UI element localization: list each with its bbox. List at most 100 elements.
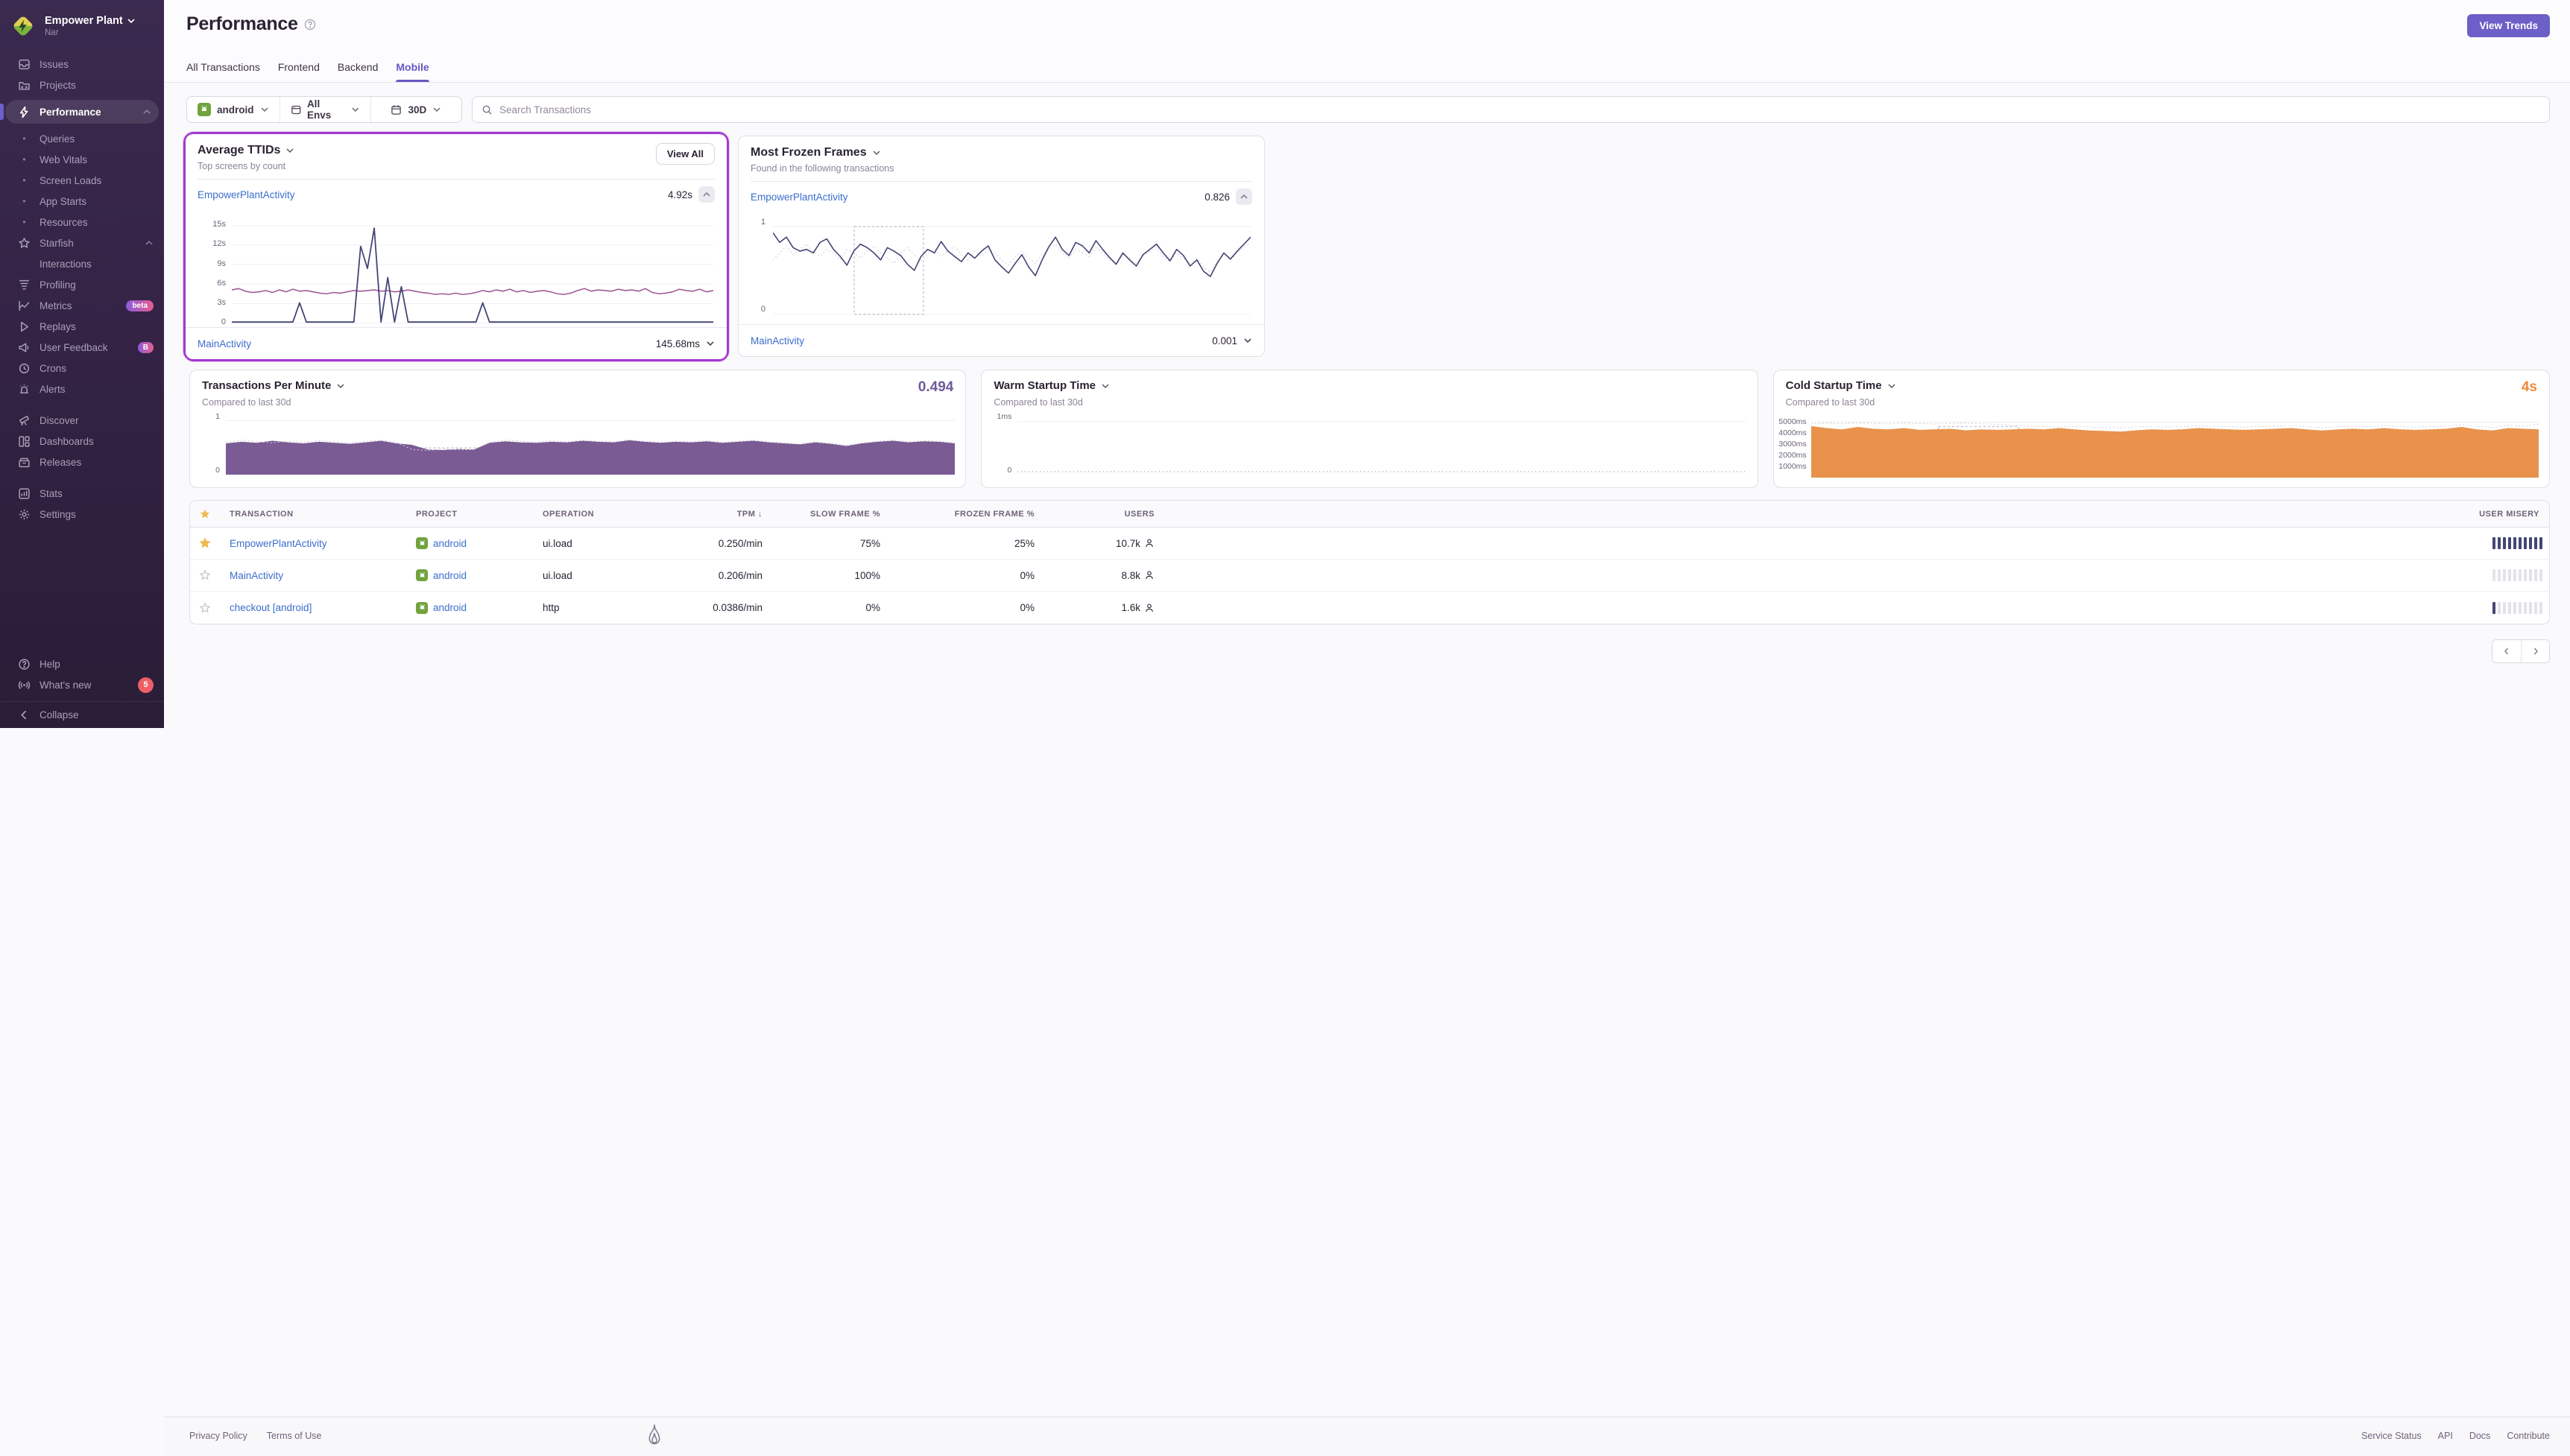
col-users[interactable]: USERS	[1041, 510, 1161, 519]
frozen-top-transaction-link[interactable]: EmpowerPlantActivity	[751, 192, 848, 203]
sidebar-item-interactions[interactable]: Interactions	[0, 253, 164, 274]
help-circle-icon[interactable]	[304, 19, 316, 31]
col-operation[interactable]: OPERATION	[533, 510, 667, 519]
y-axis-label: 1	[743, 218, 765, 227]
sidebar-item-help[interactable]: Help	[0, 653, 164, 674]
sidebar-item-web-vitals[interactable]: •Web Vitals	[0, 149, 164, 170]
next-page-button[interactable]	[2521, 640, 2549, 662]
sidebar-item-label: Queries	[40, 133, 75, 145]
y-axis-label: 1000ms	[1775, 462, 1807, 471]
sidebar-item-starfish[interactable]: Starfish	[0, 232, 164, 253]
tab-all-transactions[interactable]: All Transactions	[186, 61, 260, 82]
transaction-link[interactable]: EmpowerPlantActivity	[230, 538, 327, 549]
tab-mobile[interactable]: Mobile	[396, 61, 429, 82]
sidebar-item-whats-new[interactable]: What's new 5	[0, 674, 164, 695]
sidebar-item-label: Starfish	[40, 238, 74, 249]
star-toggle[interactable]	[199, 569, 211, 581]
sidebar-item-crons[interactable]: Crons	[0, 358, 164, 379]
project-link[interactable]: android	[433, 570, 467, 581]
collapse-row-button[interactable]	[1236, 189, 1252, 205]
chevron-up-icon	[702, 190, 711, 199]
sidebar-item-queries[interactable]: •Queries	[0, 128, 164, 149]
chevron-down-icon[interactable]	[1243, 336, 1252, 345]
org-switcher[interactable]: Empower Plant Nar	[0, 0, 164, 48]
chevron-down-icon[interactable]	[706, 339, 715, 348]
tab-frontend[interactable]: Frontend	[278, 61, 320, 82]
sidebar-item-stats[interactable]: Stats	[0, 483, 164, 504]
service-status-link[interactable]: Service Status	[2361, 1431, 2422, 1441]
date-range-filter[interactable]: 30D	[370, 97, 461, 122]
operation-cell: http	[533, 602, 667, 613]
view-trends-button[interactable]: View Trends	[2467, 14, 2550, 37]
sidebar-item-screen-loads[interactable]: •Screen Loads	[0, 170, 164, 191]
sidebar-item-dashboards[interactable]: Dashboards	[0, 431, 164, 452]
api-link[interactable]: API	[2438, 1431, 2453, 1441]
ttid-top-transaction-link[interactable]: EmpowerPlantActivity	[198, 189, 295, 200]
tpm-panel-title[interactable]: Transactions Per Minute	[202, 379, 345, 392]
sidebar-item-app-starts[interactable]: •App Starts	[0, 191, 164, 212]
sidebar-item-label: User Feedback	[40, 342, 108, 353]
project-filter[interactable]: android	[187, 97, 280, 122]
ttid-panel-subtitle: Top screens by count	[198, 161, 715, 171]
sidebar-item-settings[interactable]: Settings	[0, 504, 164, 525]
project-link[interactable]: android	[433, 602, 467, 613]
sidebar-item-releases[interactable]: Releases	[0, 452, 164, 472]
col-user-misery[interactable]: USER MISERY	[1161, 510, 2549, 519]
table-header-row: TRANSACTION PROJECT OPERATION TPM ↓ SLOW…	[190, 501, 2549, 528]
environment-filter[interactable]: All Envs	[280, 97, 370, 122]
star-toggle[interactable]	[199, 537, 211, 549]
transaction-link[interactable]: MainActivity	[230, 570, 283, 581]
sidebar-item-issues[interactable]: Issues	[0, 54, 164, 75]
collapse-row-button[interactable]	[698, 186, 715, 203]
metrics-icon	[18, 300, 31, 312]
sidebar-item-label: Screen Loads	[40, 175, 101, 186]
active-nav-indicator	[0, 104, 4, 120]
sidebar-item-user-feedback[interactable]: User Feedback B	[0, 337, 164, 358]
sidebar-collapse-button[interactable]: Collapse	[0, 701, 164, 722]
y-axis-label: 3000ms	[1775, 440, 1807, 449]
cold-value: 4s	[2522, 379, 2537, 396]
view-all-button[interactable]: View All	[656, 143, 715, 165]
ttid-bottom-transaction-link[interactable]: MainActivity	[198, 338, 251, 349]
tab-backend[interactable]: Backend	[338, 61, 378, 82]
operation-cell: ui.load	[533, 570, 667, 581]
user-icon	[1144, 538, 1155, 548]
sidebar-item-label: Issues	[40, 59, 69, 70]
profiling-icon	[18, 279, 31, 291]
docs-link[interactable]: Docs	[2469, 1431, 2490, 1441]
star-toggle[interactable]	[199, 602, 211, 614]
col-slow-frame[interactable]: SLOW FRAME %	[768, 510, 886, 519]
sidebar-item-projects[interactable]: Projects	[0, 75, 164, 95]
slow-frame-cell: 100%	[768, 570, 886, 581]
sidebar-item-discover[interactable]: Discover	[0, 410, 164, 431]
search-box[interactable]	[472, 96, 2550, 123]
cold-startup-panel: Cold Startup Time 4s Compared to last 30…	[1773, 370, 2550, 488]
tpm-cell: 0.250/min	[667, 538, 768, 549]
sidebar-item-alerts[interactable]: Alerts	[0, 379, 164, 399]
col-project[interactable]: PROJECT	[406, 510, 533, 519]
cold-panel-title[interactable]: Cold Startup Time	[1786, 379, 1896, 392]
privacy-policy-link[interactable]: Privacy Policy	[189, 1431, 247, 1441]
contribute-link[interactable]: Contribute	[2507, 1431, 2550, 1441]
project-link[interactable]: android	[433, 538, 467, 549]
chevron-down-icon	[285, 146, 294, 155]
col-tpm[interactable]: TPM ↓	[667, 510, 768, 519]
sidebar-item-replays[interactable]: Replays	[0, 316, 164, 337]
col-frozen-frame[interactable]: FROZEN FRAME %	[886, 510, 1041, 519]
sidebar-item-profiling[interactable]: Profiling	[0, 274, 164, 295]
window-icon	[291, 104, 301, 115]
sidebar-item-performance[interactable]: Performance	[5, 100, 159, 124]
ttid-panel-title[interactable]: Average TTIDs	[198, 144, 715, 157]
warm-panel-title[interactable]: Warm Startup Time	[994, 379, 1110, 392]
previous-page-button[interactable]	[2492, 640, 2521, 662]
tpm-chart	[226, 417, 955, 475]
terms-of-use-link[interactable]: Terms of Use	[267, 1431, 322, 1441]
frozen-bottom-transaction-link[interactable]: MainActivity	[751, 335, 804, 346]
sidebar-item-metrics[interactable]: Metrics beta	[0, 295, 164, 316]
sidebar-item-resources[interactable]: •Resources	[0, 212, 164, 232]
whats-new-count-badge: 5	[138, 677, 154, 693]
col-transaction[interactable]: TRANSACTION	[220, 510, 406, 519]
transaction-link[interactable]: checkout [android]	[230, 602, 312, 613]
frozen-panel-title[interactable]: Most Frozen Frames	[751, 146, 1252, 159]
search-input[interactable]	[499, 104, 2540, 115]
